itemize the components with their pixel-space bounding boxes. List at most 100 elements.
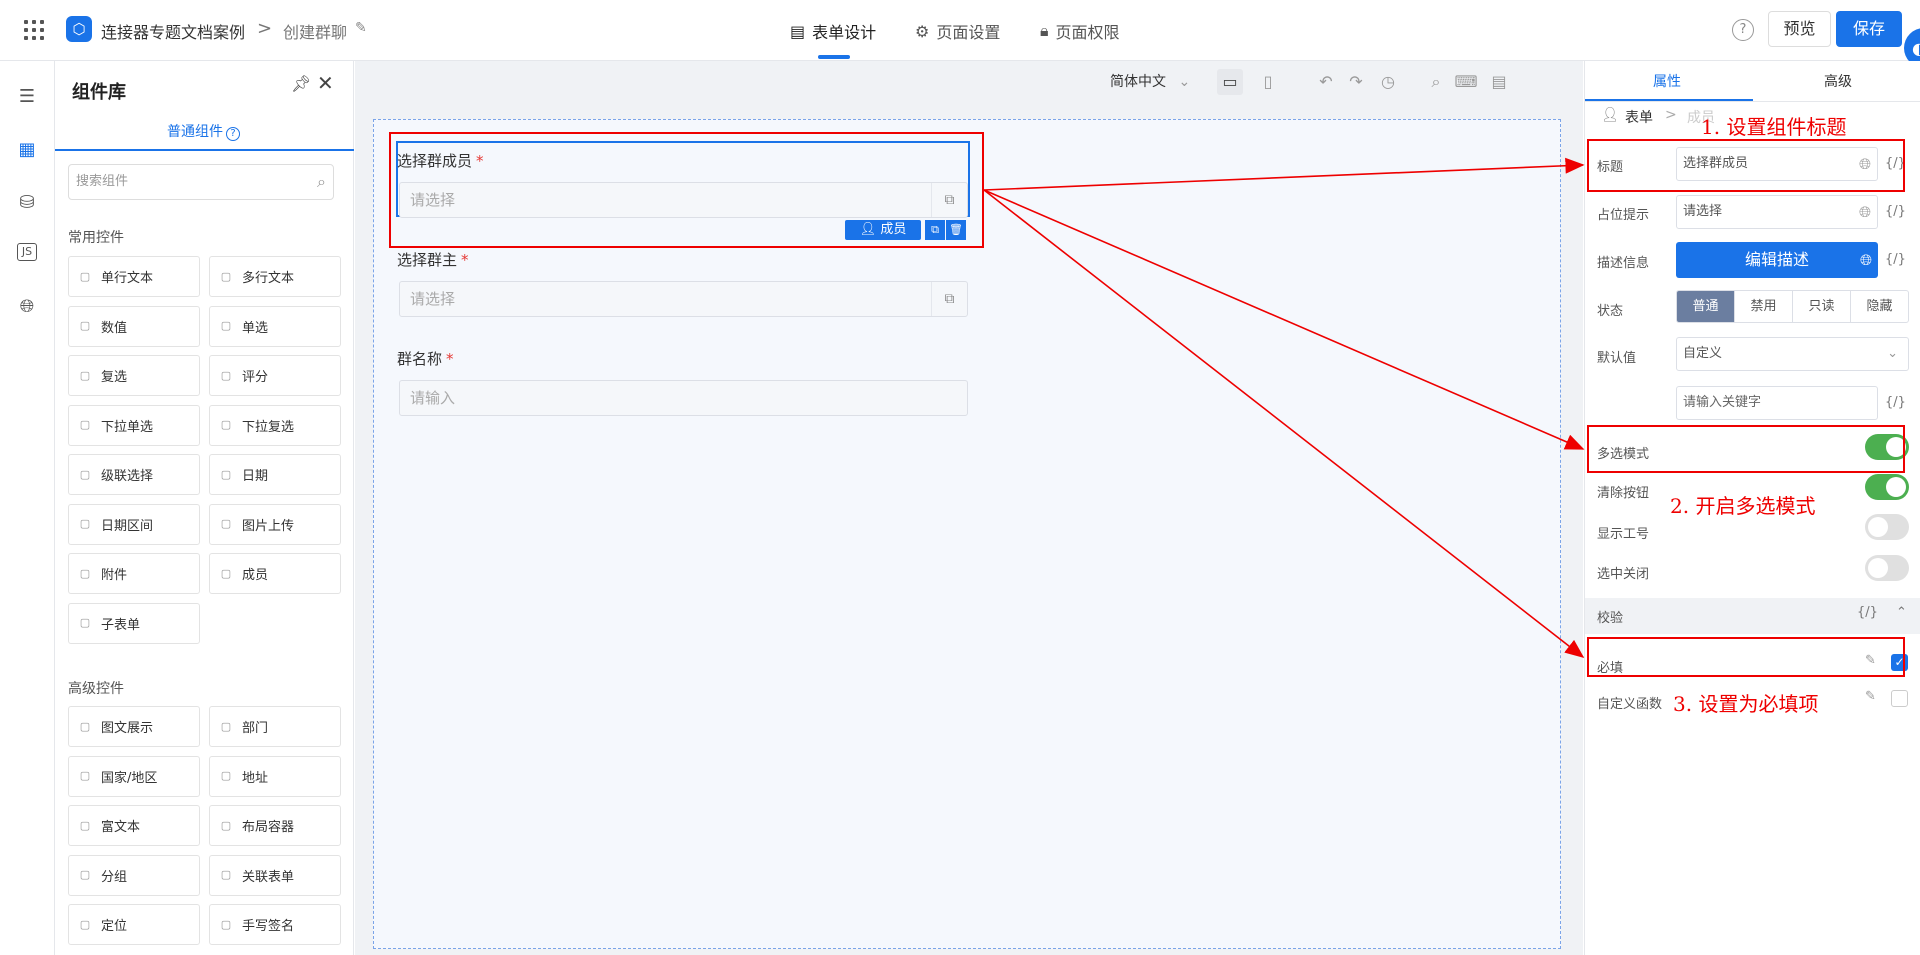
owner-select-input[interactable]: 请选择 ⧉ [399,281,968,317]
members-select-input[interactable]: 请选择 ⧉ [399,182,968,218]
help-icon[interactable]: ? [226,127,240,141]
history-icon[interactable]: ◷ [1375,69,1401,95]
preview-button[interactable]: 预览 [1768,11,1831,47]
location-icon: ▢ [79,917,91,931]
components-icon[interactable]: ▦ [15,138,39,162]
component-item[interactable]: ▢ 评分 [209,355,341,396]
state-hidden[interactable]: 隐藏 [1851,291,1908,322]
component-item[interactable]: ▢ 子表单 [68,602,200,644]
validation-section-header[interactable]: 校验 {/} ⌃ [1585,598,1920,634]
globe-icon[interactable]: 🌐︎ [15,295,39,319]
component-label: 图文展示 [101,721,154,736]
js-icon[interactable]: JS [17,243,37,261]
tab-label: 页面权限 [1055,23,1120,42]
apps-grid-icon[interactable] [24,20,44,40]
keyboard-icon[interactable]: ⌨ [1453,69,1479,95]
search-icon[interactable]: ⌕ [317,165,326,199]
component-item[interactable]: ▢ 图文展示 [68,706,200,747]
component-item[interactable]: ▢ 布局容器 [209,805,341,846]
tab-advanced[interactable]: 高级 [1824,71,1852,91]
component-item[interactable]: ▢ 分组 [68,854,200,896]
component-item[interactable]: ▢ 多行文本 [209,256,341,297]
component-item[interactable]: ▢ 定位 [68,904,200,945]
tab-page-settings[interactable]: ⚙ 页面设置 [915,19,1000,43]
calendar-icon: ▢ [220,467,232,481]
component-item[interactable]: ▢ 图片上传 [209,503,341,545]
edit-icon[interactable]: ✎ [1865,689,1876,704]
component-item[interactable]: ▢ 单行文本 [68,256,200,297]
undo-icon[interactable]: ↶ [1313,69,1339,95]
component-label: 子表单 [101,617,141,633]
clear-button-toggle[interactable] [1865,474,1909,500]
copy-icon[interactable]: ⧉ [931,183,967,217]
close-on-select-toggle[interactable] [1865,555,1909,581]
group-icon: ▢ [79,868,91,881]
app-title[interactable]: 连接器专题文档案例 [101,19,245,43]
paperclip-icon: ▢ [79,566,91,580]
outline-icon[interactable]: ☰ [15,85,39,109]
component-label: 定位 [101,919,128,934]
tab-basic-components[interactable]: 普通组件? [167,121,240,141]
close-icon[interactable]: ✕ [317,71,334,95]
desktop-view-icon[interactable]: ▭ [1217,69,1243,95]
language-select[interactable]: 简体中文 ⌄ [1110,71,1190,91]
component-item[interactable]: ▢ 下拉单选 [68,404,200,446]
edit-icon[interactable]: ✎ [355,20,367,36]
expression-icon[interactable]: {/} [1885,395,1906,410]
placeholder-input[interactable]: 请选择 🌐︎ [1676,195,1878,229]
component-item[interactable]: ▢ 成员 [209,553,341,594]
delete-icon[interactable]: 🗑︎ [946,220,966,240]
component-item[interactable]: ▢ 附件 [68,553,200,594]
form-settings-icon[interactable]: ▤ [1486,69,1512,95]
save-button[interactable]: 保存 [1836,11,1902,47]
component-search-input[interactable]: 搜索组件 ⌕ [68,164,334,200]
component-item[interactable]: ▢ 级联选择 [68,454,200,495]
component-item[interactable]: ▢ 下拉复选 [209,404,341,446]
default-value-select[interactable]: 自定义 ⌄ [1676,337,1909,371]
tab-page-permissions[interactable]: 🔒︎ 页面权限 [1040,19,1120,43]
component-item[interactable]: ▢ 地址 [209,755,341,797]
globe-icon[interactable]: 🌐︎ [1859,196,1871,228]
single-line-icon: ▢ [79,269,91,283]
custom-fn-checkbox[interactable] [1891,690,1908,707]
redo-icon[interactable]: ↷ [1343,69,1369,95]
tab-label: 表单设计 [812,23,877,42]
edit-description-button[interactable]: 编辑描述 🌐︎ [1676,242,1878,278]
group-name-input[interactable]: 请输入 [399,380,968,416]
help-icon[interactable]: ? [1732,19,1754,41]
pin-icon[interactable]: 📌︎ [291,74,311,93]
crumb-form[interactable]: 表单 [1625,107,1653,127]
search-icon[interactable]: ⌕ [1423,69,1449,95]
expression-icon[interactable]: {/} [1885,252,1906,267]
component-item[interactable]: ▢ 关联表单 [209,854,341,896]
globe-icon[interactable]: 🌐︎ [1860,242,1872,278]
dropdown-icon: ▢ [79,418,91,431]
input-value: 请选择 [1683,204,1723,219]
component-item[interactable]: ▢ 国家/地区 [68,755,200,797]
chevron-up-icon[interactable]: ⌃ [1896,605,1907,620]
component-item[interactable]: ▢ 部门 [209,706,341,747]
copy-icon[interactable]: ⧉ [931,282,967,316]
keyword-input[interactable]: 请输入关键字 [1676,386,1878,420]
component-item[interactable]: ▢ 单选 [209,305,341,347]
annotation-box-multi [1587,425,1905,473]
expression-icon[interactable]: {/} [1857,605,1878,620]
state-readonly[interactable]: 只读 [1793,291,1851,322]
tab-form-design[interactable]: ▤ 表单设计 [790,19,876,43]
mobile-view-icon[interactable]: ▯ [1255,69,1281,95]
show-id-toggle[interactable] [1865,514,1909,540]
datasource-icon[interactable]: ⛁ [15,191,39,215]
component-label: 多行文本 [242,271,295,286]
state-normal[interactable]: 普通 [1677,291,1735,322]
expression-icon[interactable]: {/} [1885,204,1906,219]
component-item[interactable]: ▢ 手写签名 [209,904,341,945]
component-item[interactable]: ▢ 数值 [68,305,200,347]
component-item[interactable]: ▢ 复选 [68,355,200,396]
component-item[interactable]: ▢ 日期区间 [68,503,200,545]
component-item[interactable]: ▢ 日期 [209,454,341,495]
copy-field-icon[interactable]: ⧉ [925,220,945,240]
tab-attributes[interactable]: 属性 [1653,71,1681,91]
state-disabled[interactable]: 禁用 [1735,291,1793,322]
component-item[interactable]: ▢ 富文本 [68,805,200,846]
user-icon: 👤︎ [1601,107,1619,123]
